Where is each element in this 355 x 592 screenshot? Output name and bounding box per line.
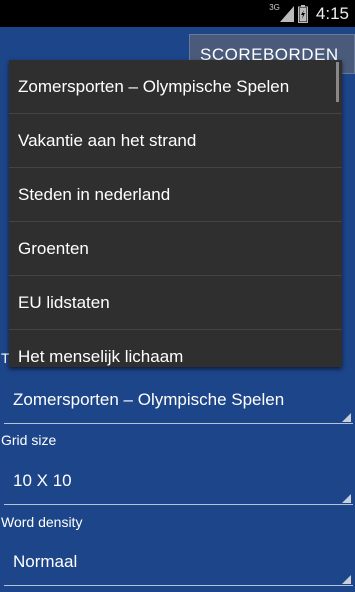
spinner-arrow-icon	[342, 494, 351, 503]
topic-dropdown-list[interactable]: Zomersporten – Olympische Spelen Vakanti…	[9, 60, 342, 367]
dropdown-scrollbar[interactable]	[336, 62, 339, 102]
spinner-arrow-icon	[342, 413, 351, 422]
spinner-underline	[4, 423, 353, 424]
word-density-spinner-value: Normaal	[13, 552, 78, 571]
topic-spinner-value: Zomersporten – Olympische Spelen	[13, 390, 285, 409]
clock: 4:15	[315, 3, 349, 23]
word-density-label: Word density	[1, 514, 83, 530]
dropdown-item[interactable]: Het menselijk lichaam	[9, 330, 342, 367]
dropdown-item[interactable]: Zomersporten – Olympische Spelen	[9, 60, 342, 114]
dropdown-item[interactable]: EU lidstaten	[9, 276, 342, 330]
status-icons: 3G 4:15	[269, 0, 349, 27]
spinner-underline	[4, 585, 353, 586]
spinner-arrow-icon	[342, 575, 351, 584]
grid-size-spinner[interactable]: 10 X 10	[0, 461, 353, 505]
battery-icon	[297, 4, 308, 23]
signal-icon	[279, 5, 294, 22]
dropdown-item[interactable]: Vakantie aan het strand	[9, 114, 342, 168]
topic-spinner[interactable]: Zomersporten – Olympische Spelen	[0, 380, 353, 424]
dropdown-item[interactable]: Steden in nederland	[9, 168, 342, 222]
spinner-underline	[4, 504, 353, 505]
word-density-spinner[interactable]: Normaal	[0, 542, 353, 586]
network-type-label: 3G	[269, 3, 280, 12]
grid-size-spinner-value: 10 X 10	[13, 471, 72, 490]
status-bar: 3G 4:15	[0, 0, 355, 27]
dropdown-item[interactable]: Groenten	[9, 222, 342, 276]
grid-size-label: Grid size	[1, 432, 57, 448]
